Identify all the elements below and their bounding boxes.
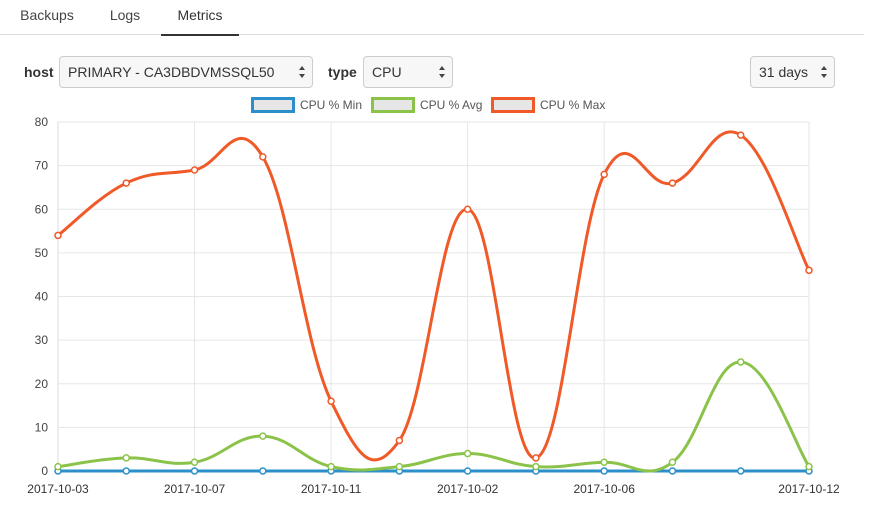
x-tick-label: 2017-10-03 <box>27 482 89 496</box>
y-tick-label: 10 <box>35 420 49 434</box>
data-point-avg <box>54 462 62 471</box>
data-point-min <box>600 467 608 475</box>
y-tick-label: 20 <box>35 377 49 391</box>
data-point-max <box>327 397 335 405</box>
series-line-avg <box>57 360 811 473</box>
data-point-max <box>395 436 404 445</box>
data-point-max <box>259 153 267 161</box>
data-point-max <box>600 170 608 179</box>
data-point-max <box>190 166 199 174</box>
data-point-min <box>736 467 745 475</box>
data-point-avg <box>122 454 131 462</box>
data-point-max <box>736 131 745 139</box>
data-point-avg <box>668 458 677 467</box>
y-tick-label: 0 <box>41 464 48 478</box>
series-line-max <box>57 130 811 462</box>
x-tick-label: 2017-10-12 <box>778 482 840 496</box>
y-tick-label: 70 <box>35 159 49 173</box>
y-tick-label: 30 <box>35 333 49 347</box>
data-point-max <box>463 205 472 213</box>
data-point-avg <box>532 462 540 471</box>
data-point-min <box>122 467 131 475</box>
y-tick-label: 60 <box>35 202 49 216</box>
data-point-min <box>463 467 472 475</box>
cpu-line-chart: 0 10 20 30 40 50 60 70 80 2017-10-03 2017-10-07 201… <box>27 115 840 496</box>
data-point-avg <box>736 358 745 366</box>
y-tick-label: 50 <box>35 246 49 260</box>
data-point-avg <box>395 462 404 471</box>
data-point-max <box>122 179 131 187</box>
data-point-avg <box>327 462 335 471</box>
data-point-avg <box>190 458 199 467</box>
x-tick-label: 2017-10-02 <box>437 482 499 496</box>
data-point-max <box>805 266 813 275</box>
data-point-avg <box>463 449 472 458</box>
data-point-min <box>259 467 267 475</box>
data-point-max <box>532 454 540 462</box>
x-tick-label: 2017-10-07 <box>164 482 226 496</box>
data-point-max <box>668 179 677 187</box>
data-point-avg <box>259 432 267 440</box>
x-tick-label: 2017-10-11 <box>301 482 362 496</box>
data-point-min <box>668 467 677 475</box>
data-point-avg <box>600 458 608 467</box>
y-tick-label: 80 <box>35 115 49 129</box>
data-point-min <box>190 467 199 475</box>
x-tick-label: 2017-10-06 <box>573 482 635 496</box>
y-tick-label: 40 <box>35 290 49 304</box>
data-point-max <box>54 231 62 240</box>
data-point-avg <box>805 462 813 471</box>
